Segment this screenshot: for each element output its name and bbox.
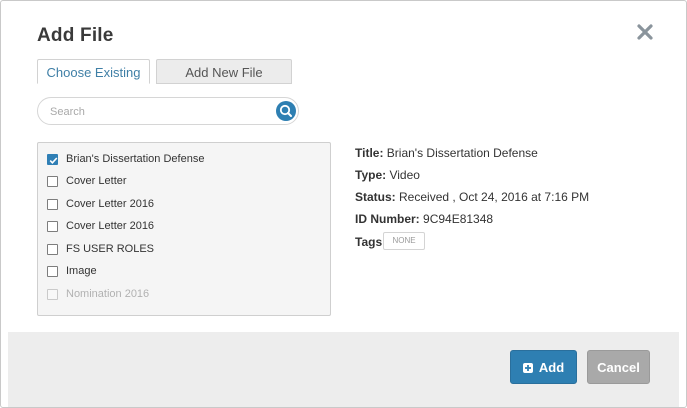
close-button[interactable] <box>634 21 656 43</box>
close-x-icon <box>637 24 653 40</box>
checkbox-checked[interactable] <box>47 154 58 165</box>
dialog-title: Add File <box>37 25 114 46</box>
detail-title-value: Brian's Dissertation Defense <box>386 146 538 160</box>
detail-id-value: 9C94E81348 <box>423 212 494 226</box>
list-item[interactable]: Image <box>47 263 317 283</box>
tab-choose-existing[interactable]: Choose Existing <box>37 59 150 84</box>
detail-title-label: Title: <box>355 146 384 160</box>
file-name: FS USER ROLES <box>66 243 155 255</box>
list-item[interactable]: Cover Letter 2016 <box>47 218 317 238</box>
file-name: Cover Letter <box>66 175 127 187</box>
list-item[interactable]: Cover Letter 2016 <box>47 196 317 216</box>
search-input[interactable] <box>48 102 272 122</box>
list-item[interactable]: Nomination 2016 <box>47 286 317 306</box>
add-button-label: Add <box>538 360 565 375</box>
dialog-footer: Add Cancel <box>8 332 679 407</box>
file-name: Nomination 2016 <box>66 288 150 300</box>
checkbox[interactable] <box>47 221 58 232</box>
checkbox[interactable] <box>47 266 58 277</box>
detail-id-label: ID Number: <box>355 212 420 226</box>
cancel-button[interactable]: Cancel <box>587 350 650 384</box>
list-item[interactable]: FS USER ROLES <box>47 241 317 261</box>
file-name: Image <box>66 265 97 277</box>
detail-tags-label: Tags: <box>355 235 387 249</box>
search-icon[interactable] <box>276 101 296 121</box>
detail-status-value: Received , Oct 24, 2016 at 7:16 PM <box>399 190 590 204</box>
checkbox[interactable] <box>47 176 58 187</box>
detail-type-value: Video <box>389 168 420 182</box>
file-name: Cover Letter 2016 <box>66 220 155 232</box>
detail-status-label: Status: <box>355 190 396 204</box>
add-button[interactable]: Add <box>510 350 577 384</box>
detail-title-row: Title: Brian's Dissertation Defense <box>355 146 538 160</box>
file-name: Brian's Dissertation Defense <box>66 153 205 165</box>
tag-badge: NONE <box>383 232 425 250</box>
list-item[interactable]: Brian's Dissertation Defense <box>47 151 317 171</box>
file-name: Cover Letter 2016 <box>66 198 155 210</box>
checkbox[interactable] <box>47 199 58 210</box>
detail-type-row: Type: Video <box>355 168 420 182</box>
search-box <box>37 97 299 125</box>
detail-id-row: ID Number: 9C94E81348 <box>355 212 493 226</box>
tab-add-new-file[interactable]: Add New File <box>156 59 292 84</box>
checkbox[interactable] <box>47 289 58 300</box>
detail-type-label: Type: <box>355 168 387 182</box>
add-file-dialog: Add File Choose Existing Add New File Br… <box>0 0 687 408</box>
checkbox[interactable] <box>47 244 58 255</box>
list-item[interactable]: Cover Letter <box>47 173 317 193</box>
plus-square-icon <box>522 363 533 373</box>
file-list[interactable]: Brian's Dissertation Defense Cover Lette… <box>37 142 331 316</box>
detail-tags-row: Tags: NONE <box>355 232 475 250</box>
detail-status-row: Status: Received , Oct 24, 2016 at 7:16 … <box>355 190 589 204</box>
